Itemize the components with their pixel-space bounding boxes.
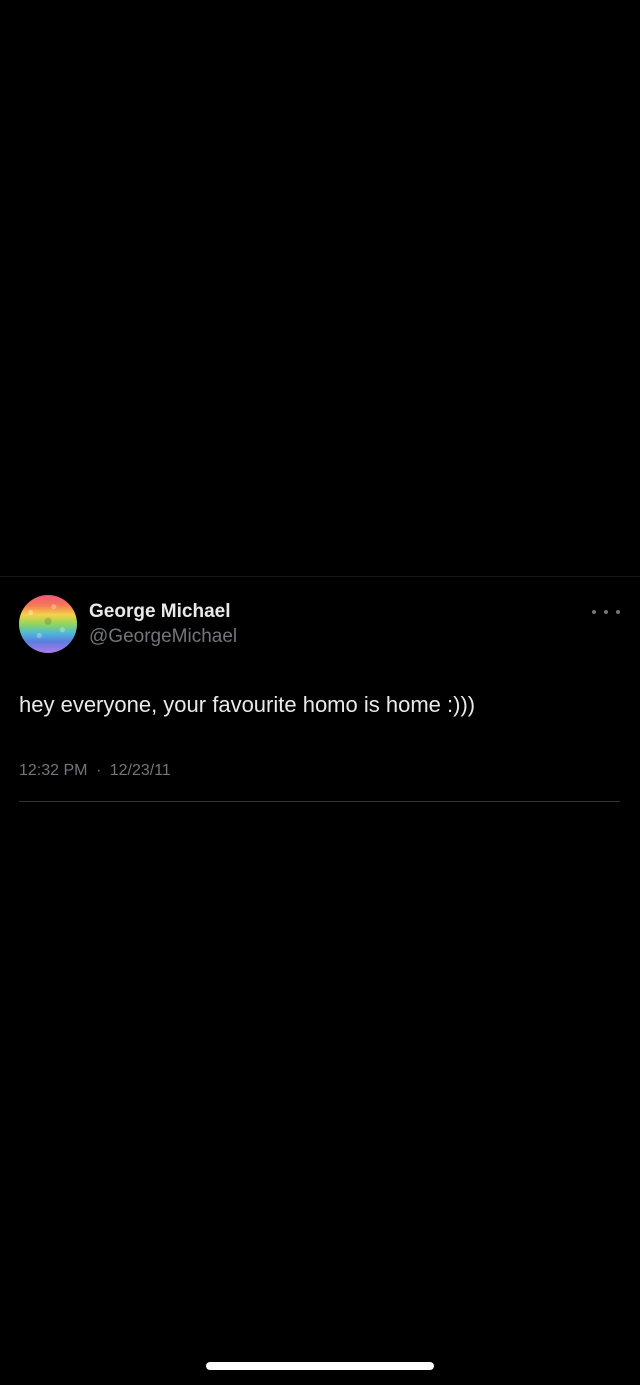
more-options-button[interactable]	[592, 605, 620, 619]
more-horizontal-icon	[616, 610, 620, 614]
timestamp-separator: ·	[95, 762, 102, 779]
user-handle[interactable]: @GeorgeMichael	[89, 626, 237, 648]
tweet-date: 12/23/11	[109, 762, 171, 779]
display-name[interactable]: George Michael	[89, 601, 231, 623]
bottom-divider	[19, 801, 620, 802]
avatar[interactable]	[19, 595, 77, 653]
tweet-time: 12:32 PM	[19, 762, 88, 779]
more-horizontal-icon	[604, 610, 608, 614]
home-indicator[interactable]	[206, 1362, 434, 1370]
tweet-timestamp[interactable]: 12:32 PM · 12/23/11	[19, 761, 171, 781]
more-horizontal-icon	[592, 610, 596, 614]
tweet-text: hey everyone, your favourite homo is hom…	[19, 692, 476, 717]
tweet-card[interactable]: George Michael @GeorgeMichael hey everyo…	[0, 577, 640, 803]
